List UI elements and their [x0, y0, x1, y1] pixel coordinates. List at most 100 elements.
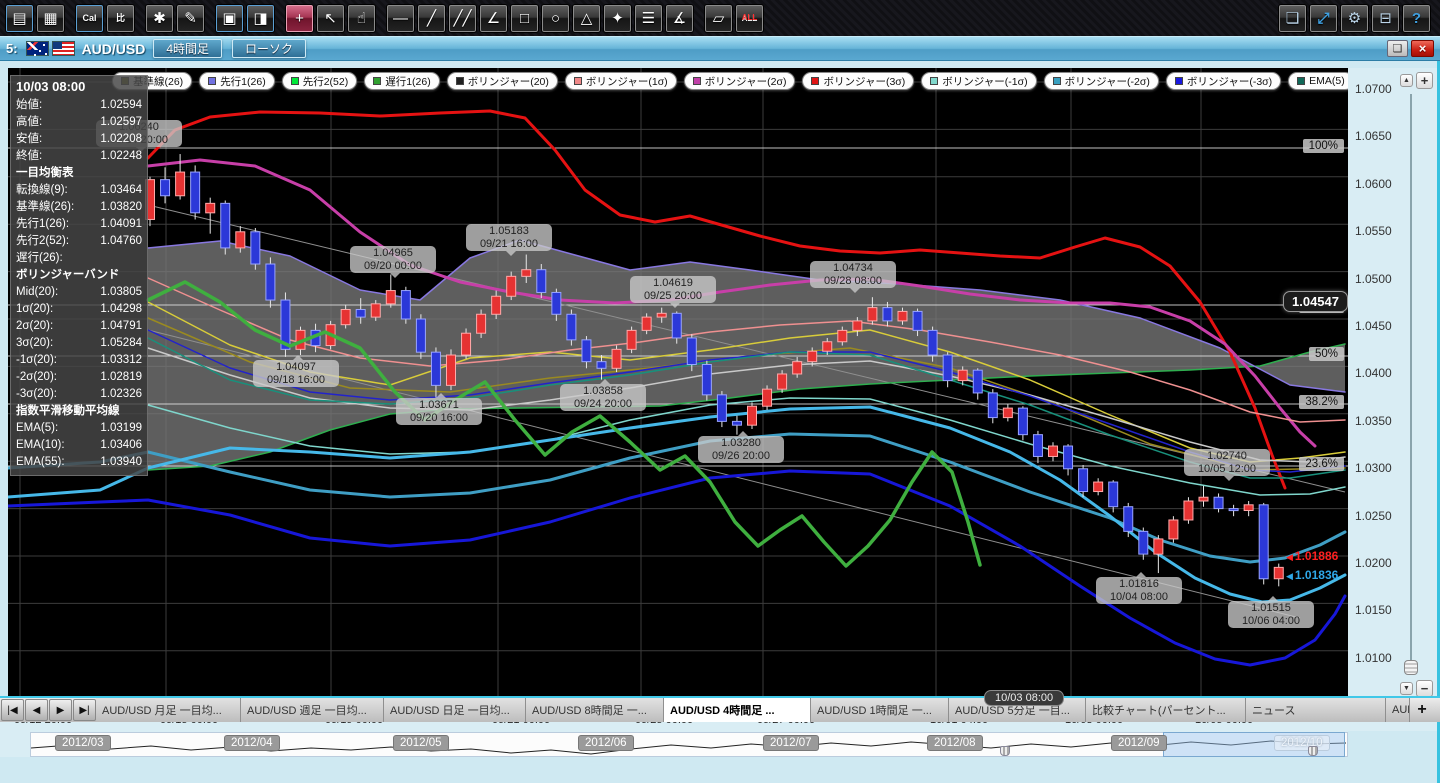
price-scrollbar-handle[interactable] — [1404, 660, 1418, 675]
angle-tool-icon[interactable]: ∠ — [479, 4, 508, 33]
tab-scroll-button-1[interactable]: ◀ — [25, 699, 48, 721]
hline-tool-icon[interactable]: — — [386, 4, 415, 33]
chart-tab[interactable]: AUD/USD 月足 一目均... — [96, 698, 241, 722]
candle — [431, 352, 440, 385]
indicator-toggle-ボリンジャー(20)[interactable]: ボリンジャー(20) — [447, 72, 558, 90]
candle — [943, 355, 952, 381]
chart-tab[interactable]: AUD/USD 1時間足 一... — [811, 698, 949, 722]
restore-window-button[interactable]: ❏ — [1387, 40, 1408, 57]
tooltip-row: Mid(20):1.03805 — [16, 284, 142, 301]
hand-icon[interactable]: ☝ — [347, 4, 376, 33]
cursor-icon[interactable]: ↖ — [316, 4, 345, 33]
chart-tab[interactable]: AUD/USD 日足 一目均... — [384, 698, 526, 722]
zoom-out-button[interactable]: − — [1416, 680, 1433, 697]
chart-style-button[interactable]: ローソク — [232, 39, 306, 58]
eraser-icon[interactable]: ▱ — [704, 4, 733, 33]
navigator-range-handle[interactable] — [1000, 746, 1010, 756]
tooltip-row: 1σ(20):1.04298 — [16, 301, 142, 318]
chart-tab[interactable]: AUD — [1386, 698, 1410, 722]
price-axis[interactable]: ▲ + ▼ − 1.07001.06501.06001.05501.05001.… — [1348, 68, 1437, 731]
navigator-month-label: 2012/09 — [1111, 735, 1167, 751]
price-annotation: 1.0328009/26 20:00 — [698, 436, 784, 463]
expand-icon[interactable]: ⤢ — [1309, 4, 1338, 33]
chart-settings-icon[interactable]: ▣ — [215, 4, 244, 33]
help-icon[interactable]: ? — [1402, 4, 1431, 33]
price-level-marker[interactable]: 1.04547 — [1283, 291, 1348, 312]
trendline-tool-icon[interactable]: ╱ — [417, 4, 446, 33]
polygon-tool-icon[interactable]: ✦ — [603, 4, 632, 33]
erase-all-icon[interactable]: ALL — [735, 4, 764, 33]
chart-tab[interactable]: 比較チャート(パーセント... — [1086, 698, 1246, 722]
list-icon[interactable]: ▤ — [5, 4, 34, 33]
rect-tool-icon[interactable]: □ — [510, 4, 539, 33]
calendar-icon[interactable]: Cal — [75, 4, 104, 33]
tooltip-row: -1σ(20):1.03312 — [16, 352, 142, 369]
zoom-in-button[interactable]: + — [1416, 72, 1433, 89]
indicator-color-swatch — [1175, 77, 1183, 85]
tooltip-row: 3σ(20):1.05284 — [16, 335, 142, 352]
price-scrollbar-track[interactable] — [1410, 94, 1412, 674]
indicator-toggle-ボリンジャー(2σ)[interactable]: ボリンジャー(2σ) — [684, 72, 796, 90]
price-annotation: 1.0385809/24 20:00 — [560, 384, 646, 411]
chart-window-titlebar[interactable]: 5: AUD/USD 4時間足 ローソク ❏ × — [0, 36, 1440, 61]
crosshair-icon[interactable]: + — [285, 4, 314, 33]
chart-tab[interactable]: AUD/USD 週足 一目均... — [241, 698, 384, 722]
new-chart-icon[interactable]: ▦ — [36, 4, 65, 33]
price-axis-label: 1.0200 — [1355, 556, 1392, 570]
tooltip-section: ボリンジャーバンド — [16, 267, 142, 284]
candle — [221, 203, 230, 248]
candle — [1229, 509, 1238, 511]
settings-icon[interactable]: ⚙ — [1340, 4, 1369, 33]
triangle-tool-icon[interactable]: △ — [572, 4, 601, 33]
candle — [1018, 408, 1027, 435]
parallel-tool-icon[interactable]: ╱╱ — [448, 4, 477, 33]
scroll-down-button[interactable]: ▼ — [1400, 682, 1413, 695]
indicator-toggle-先行1(26)[interactable]: 先行1(26) — [199, 72, 275, 90]
candle — [1244, 505, 1253, 511]
candle — [1109, 482, 1118, 507]
candlestick-chart[interactable]: 基準線(26)先行1(26)先行2(52)遅行1(26)ボリンジャー(20)ボリ… — [8, 68, 1348, 710]
chart-tab[interactable]: ニュース — [1246, 698, 1386, 722]
history-navigator[interactable]: 2012/032012/042012/052012/062012/072012/… — [0, 732, 1348, 757]
indicator-toggle-ボリンジャー(-3σ)[interactable]: ボリンジャー(-3σ) — [1166, 72, 1281, 90]
timeframe-button[interactable]: 4時間足 — [153, 39, 222, 58]
save-icon[interactable]: ◨ — [246, 4, 275, 33]
add-chart-tab-button[interactable]: + — [1410, 698, 1434, 722]
fib-tool-icon[interactable]: ☰ — [634, 4, 663, 33]
indicator-toggle-ボリンジャー(-1σ)[interactable]: ボリンジャー(-1σ) — [921, 72, 1036, 90]
scroll-up-button[interactable]: ▲ — [1400, 74, 1413, 87]
indicator-color-swatch — [930, 77, 938, 85]
ohlc-tooltip-panel: 10/03 08:00 始値:1.02594高値:1.02597安値:1.022… — [10, 75, 148, 476]
chart-tab[interactable]: AUD/USD 8時間足 一... — [526, 698, 664, 722]
ellipse-tool-icon[interactable]: ○ — [541, 4, 570, 33]
window-controls: ❏ × — [1384, 40, 1434, 57]
navigator-month-label: 2012/06 — [578, 735, 634, 751]
fan-tool-icon[interactable]: ∡ — [665, 4, 694, 33]
indicator-toggle-先行2(52)[interactable]: 先行2(52) — [282, 72, 358, 90]
tab-scroll-button-0[interactable]: |◀ — [1, 699, 24, 721]
indicator-toggle-ボリンジャー(1σ)[interactable]: ボリンジャー(1σ) — [565, 72, 677, 90]
indicator-toggle-ボリンジャー(-2σ)[interactable]: ボリンジャー(-2σ) — [1044, 72, 1159, 90]
tooltip-row: EMA(5):1.03199 — [16, 420, 142, 437]
tooltip-row: 先行2(52):1.04760 — [16, 233, 142, 250]
windows-icon[interactable]: ❏ — [1278, 4, 1307, 33]
candle — [778, 374, 787, 389]
indicator-toggle-ボリンジャー(3σ)[interactable]: ボリンジャー(3σ) — [802, 72, 914, 90]
chart-tab[interactable]: AUD/USD 4時間足 ... — [664, 698, 811, 722]
candle — [1094, 482, 1103, 491]
candle — [582, 340, 591, 362]
close-window-button[interactable]: × — [1411, 40, 1434, 57]
draw-icon[interactable]: ✎ — [176, 4, 205, 33]
candle — [838, 330, 847, 341]
navigator-range-handle[interactable] — [1308, 746, 1318, 756]
price-annotation: 1.0461909/25 20:00 — [630, 276, 716, 303]
object-tool-icon[interactable]: ✱ — [145, 4, 174, 33]
tab-scroll-button-2[interactable]: ▶ — [49, 699, 72, 721]
compare-icon[interactable]: 比 — [106, 4, 135, 33]
candle — [1199, 497, 1208, 501]
tooltip-row: -2σ(20):1.02819 — [16, 369, 142, 386]
indicator-toggle-遅行1(26)[interactable]: 遅行1(26) — [364, 72, 440, 90]
print-icon[interactable]: ⊟ — [1371, 4, 1400, 33]
tab-scroll-button-3[interactable]: ▶| — [73, 699, 96, 721]
indicator-toggle-EMA(5)[interactable]: EMA(5) — [1288, 72, 1348, 90]
